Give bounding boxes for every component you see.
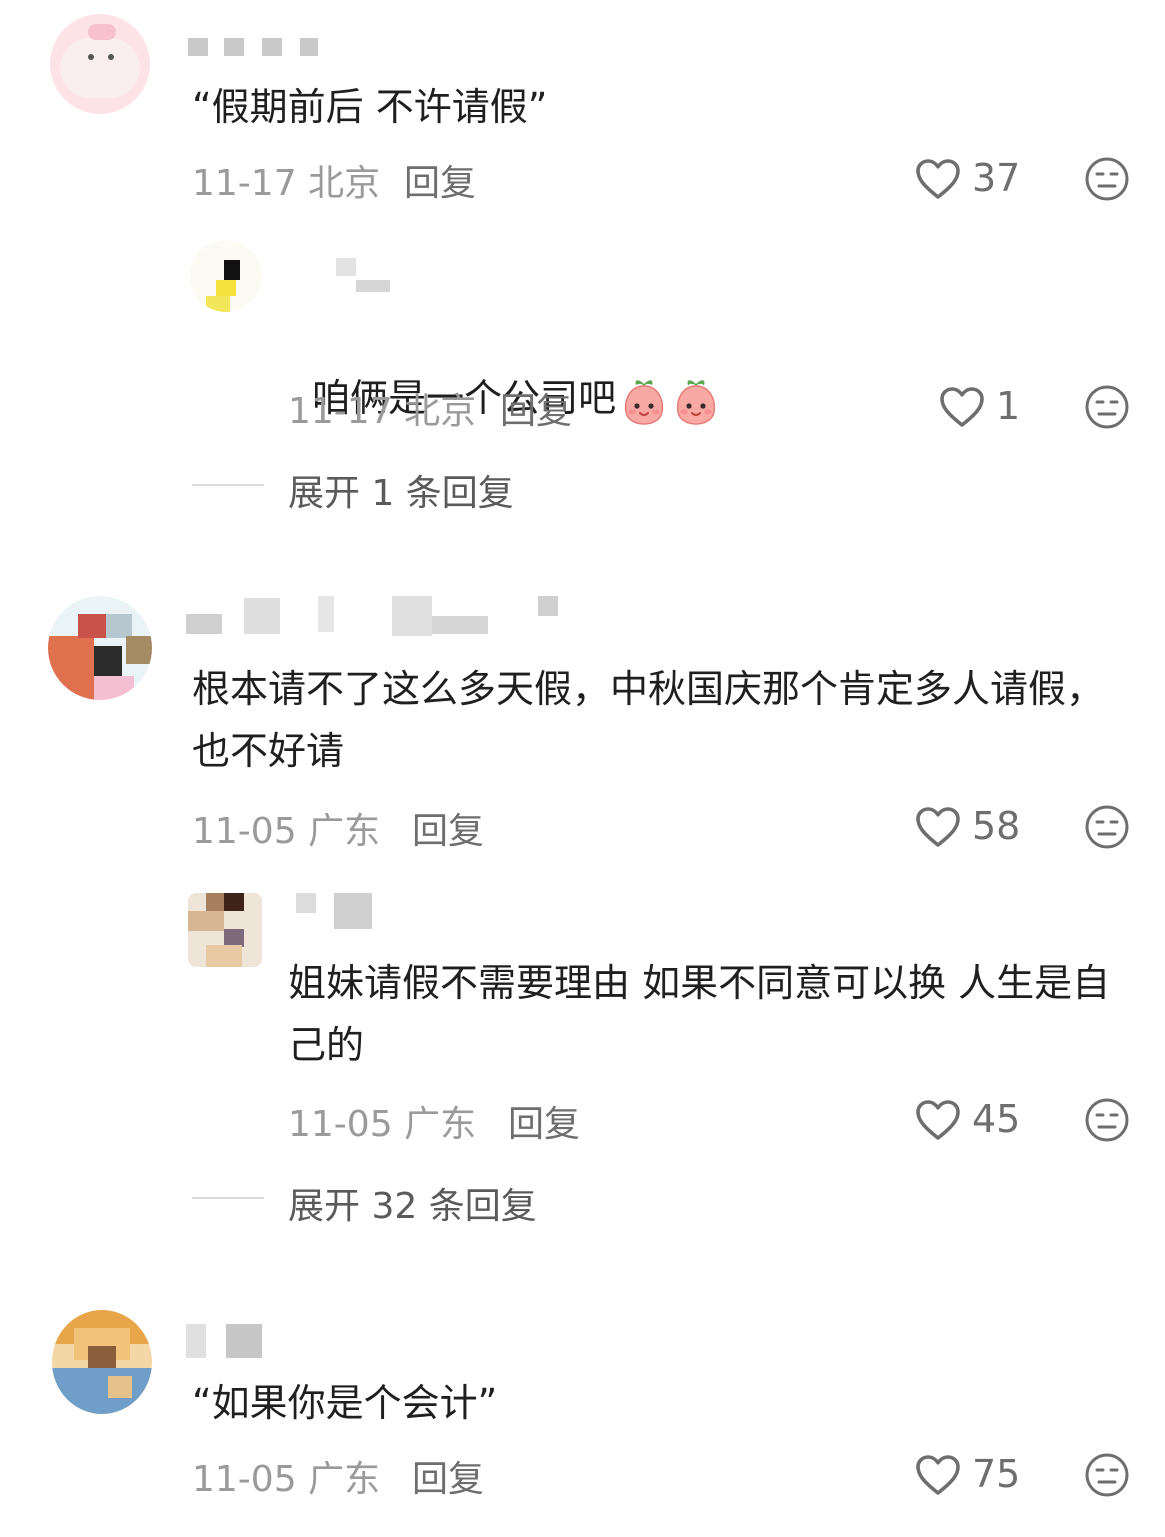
reply-location: 广东 [404, 1104, 477, 1145]
reply-button[interactable]: 回复 [412, 802, 484, 854]
neutral-face-icon[interactable] [1083, 155, 1131, 203]
neutral-face-icon[interactable] [1083, 1096, 1131, 1144]
comment-location: 北京 [308, 163, 381, 204]
heart-outline-icon [916, 1100, 960, 1140]
like-count: 45 [972, 1097, 1021, 1141]
comment-text: “如果你是个会计” [192, 1381, 498, 1425]
like-button[interactable]: 1 [938, 384, 1020, 428]
reply-location: 北京 [404, 391, 477, 432]
reply-date: 11-17 [288, 391, 393, 432]
expand-divider [192, 484, 264, 486]
heart-outline-icon [940, 387, 984, 427]
comment-location: 广东 [308, 811, 381, 852]
neutral-face-icon[interactable] [1083, 1451, 1131, 1499]
like-count: 1 [996, 384, 1021, 428]
avatar[interactable] [190, 240, 262, 312]
reply-button[interactable]: 回复 [508, 1095, 580, 1147]
comment-date: 11-17 [192, 163, 297, 204]
comment-meta: 11-05 广东 [192, 1450, 380, 1502]
comment-meta: 11-05 广东 [192, 802, 380, 854]
like-count: 75 [972, 1452, 1021, 1496]
peach-face-emoji [625, 379, 664, 425]
avatar[interactable] [48, 596, 152, 700]
neutral-face-icon[interactable] [1083, 383, 1131, 431]
heart-outline-icon [916, 807, 960, 847]
heart-outline-icon [916, 1455, 960, 1495]
comment-location: 广东 [308, 1459, 381, 1500]
comment-meta: 11-17 北京 [192, 154, 380, 206]
reply-button[interactable]: 回复 [500, 382, 572, 434]
neutral-face-icon[interactable] [1083, 803, 1131, 851]
expand-divider [192, 1197, 264, 1199]
reply-meta: 11-17 北京 [288, 382, 476, 434]
expand-replies-button[interactable]: 展开 32 条回复 [288, 1177, 537, 1229]
like-button[interactable]: 45 [914, 1097, 1020, 1141]
avatar[interactable] [50, 14, 150, 114]
like-button[interactable]: 75 [914, 1452, 1020, 1496]
reply-button[interactable]: 回复 [404, 154, 476, 206]
peach-face-emoji [677, 379, 716, 425]
heart-outline-icon [916, 159, 960, 199]
comment-date: 11-05 [192, 1459, 297, 1500]
reply-text: 姐妹请假不需要理由 如果不同意可以换 人生是自己的 [288, 961, 1111, 1067]
avatar[interactable] [52, 1310, 152, 1414]
avatar[interactable] [188, 893, 262, 967]
like-button[interactable]: 58 [914, 804, 1020, 848]
reply-button[interactable]: 回复 [412, 1450, 484, 1502]
like-count: 37 [972, 156, 1021, 200]
like-count: 58 [972, 804, 1021, 848]
reply-date: 11-05 [288, 1104, 393, 1145]
like-button[interactable]: 37 [914, 156, 1020, 200]
expand-replies-button[interactable]: 展开 1 条回复 [288, 464, 514, 516]
comment-date: 11-05 [192, 811, 297, 852]
comment-text: 根本请不了这么多天假，中秋国庆那个肯定多人请假，也不好请 [192, 667, 1105, 773]
reply-meta: 11-05 广东 [288, 1095, 476, 1147]
comment-text: “假期前后 不许请假” [192, 85, 548, 129]
